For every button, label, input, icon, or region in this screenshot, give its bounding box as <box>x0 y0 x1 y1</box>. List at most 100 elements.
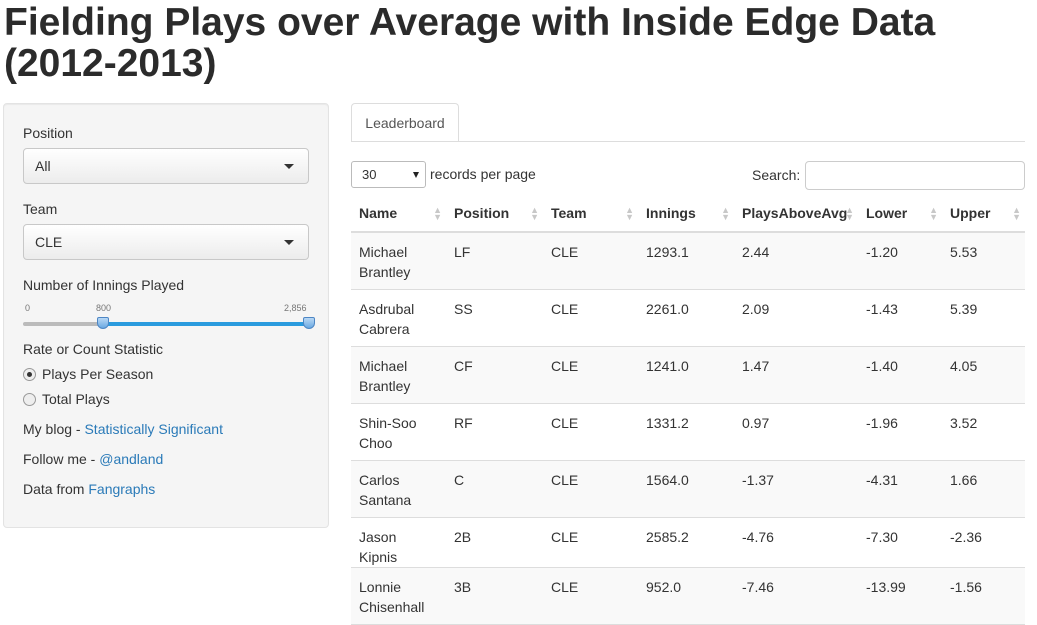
table-cell-lower: -13.99 <box>858 567 942 625</box>
records-per-page-select[interactable]: 30 <box>351 161 426 188</box>
records-per-page-label: records per page <box>430 166 536 182</box>
fangraphs-link[interactable]: Fangraphs <box>88 481 155 497</box>
table-cell-position: 3B <box>446 567 543 625</box>
table-cell-innings: 1331.2 <box>638 403 734 461</box>
slider-min-label: 0 <box>25 303 31 313</box>
table-cell-innings: 952.0 <box>638 567 734 625</box>
table-row[interactable]: Carlos Santana C CLE 1564.0 -1.37 -4.31 1.66 <box>351 460 1025 518</box>
search-label: Search: <box>752 167 801 183</box>
table-row[interactable]: Lonnie Chisenhall 3B CLE 952.0 -7.46 -13.99 -1… <box>351 567 1025 625</box>
table-cell-position: LF <box>446 232 543 290</box>
sort-icon: ▲ ▼ <box>845 205 854 222</box>
table-cell-lower: -4.31 <box>858 460 942 518</box>
table-cell-lower: -1.96 <box>858 403 942 461</box>
team-select[interactable]: CLE <box>23 224 309 260</box>
blog-link[interactable]: Statistically Significant <box>84 421 223 437</box>
slider-high-handle[interactable] <box>303 317 315 329</box>
table-row[interactable]: Michael Brantley LF CLE 1293.1 2.44 -1.20 5.53 <box>351 232 1025 290</box>
column-header-label: Name <box>359 205 398 221</box>
sidebar-panel: Position All Team CLE Number of Innings … <box>3 103 329 528</box>
table-cell-name: Lonnie Chisenhall <box>351 567 446 625</box>
sort-icon: ▲ ▼ <box>1012 205 1021 222</box>
radio-option-total-plays[interactable]: Total Plays <box>23 391 110 407</box>
caret-down-icon <box>413 172 419 178</box>
table-row[interactable]: Michael Brantley CF CLE 1241.0 1.47 -1.40 4.05 <box>351 346 1025 404</box>
table-cell-team: CLE <box>543 232 638 290</box>
table-cell-upper: 5.53 <box>942 232 1025 290</box>
table-row[interactable]: Asdrubal Cabrera SS CLE 2261.0 2.09 -1.43 5.39 <box>351 289 1025 347</box>
column-header-team[interactable]: Team ▲ ▼ <box>543 195 638 233</box>
radio-unselected-icon[interactable] <box>23 393 36 406</box>
table-row[interactable]: Shin-Soo Choo RF CLE 1331.2 0.97 -1.96 3.52 <box>351 403 1025 461</box>
radio-label: Plays Per Season <box>42 366 154 382</box>
column-header-label: Position <box>454 205 510 221</box>
column-header-label: Team <box>551 205 587 221</box>
column-header-label: PlaysAboveAvg <box>742 205 848 221</box>
table-cell-team: CLE <box>543 289 638 347</box>
team-label: Team <box>23 201 58 217</box>
table-cell-team: CLE <box>543 567 638 625</box>
table-cell-upper: -2.36 <box>942 517 1025 568</box>
radio-selected-icon[interactable] <box>23 368 36 381</box>
sort-icon: ▲ ▼ <box>929 205 938 222</box>
innings-label: Number of Innings Played <box>23 277 185 293</box>
records-per-page-value: 30 <box>362 167 377 182</box>
stat-label: Rate or Count Statistic <box>23 341 164 357</box>
slider-max-label: 2,856 <box>284 303 307 313</box>
radio-option-plays-per-season[interactable]: Plays Per Season <box>23 366 153 382</box>
column-header-label: Innings <box>646 205 696 221</box>
blog-line: My blog - Statistically Significant <box>23 421 223 437</box>
table-cell-name: Asdrubal Cabrera <box>351 289 446 347</box>
position-select-value: All <box>35 158 51 174</box>
table-cell-innings: 2261.0 <box>638 289 734 347</box>
column-header-upper[interactable]: Upper ▲ ▼ <box>942 195 1025 233</box>
table-cell-name: Jason Kipnis <box>351 517 446 568</box>
column-header-name[interactable]: Name ▲ ▼ <box>351 195 446 233</box>
table-cell-position: C <box>446 460 543 518</box>
caret-down-icon <box>284 164 294 169</box>
column-header-lower[interactable]: Lower ▲ ▼ <box>858 195 942 233</box>
table-cell-name: Shin-Soo Choo <box>351 403 446 461</box>
tab-leaderboard[interactable]: Leaderboard <box>351 103 459 142</box>
table-cell-position: 2B <box>446 517 543 568</box>
slider-low-label: 800 <box>96 303 112 313</box>
position-select[interactable]: All <box>23 148 309 184</box>
table-cell-playsaboveavg: 2.44 <box>734 232 858 290</box>
leaderboard-table: Name ▲ ▼ Position ▲ ▼ Team ▲ ▼ Innings ▲ ▼ PlaysAbov… <box>351 195 1025 625</box>
column-header-position[interactable]: Position ▲ ▼ <box>446 195 543 233</box>
table-cell-upper: 1.66 <box>942 460 1025 518</box>
table-cell-playsaboveavg: 2.09 <box>734 289 858 347</box>
table-cell-position: SS <box>446 289 543 347</box>
sort-icon: ▲ ▼ <box>625 205 634 222</box>
table-row[interactable]: Jason Kipnis 2B CLE 2585.2 -4.76 -7.30 -2.36 <box>351 517 1025 568</box>
data-source-line: Data from Fangraphs <box>23 481 155 497</box>
table-cell-name: Michael Brantley <box>351 346 446 404</box>
table-cell-name: Carlos Santana <box>351 460 446 518</box>
table-cell-innings: 1241.0 <box>638 346 734 404</box>
innings-slider-range <box>103 322 310 326</box>
tab-divider <box>351 141 1025 142</box>
table-cell-team: CLE <box>543 403 638 461</box>
table-cell-innings: 1564.0 <box>638 460 734 518</box>
table-cell-position: CF <box>446 346 543 404</box>
table-cell-lower: -7.30 <box>858 517 942 568</box>
table-cell-upper: -1.56 <box>942 567 1025 625</box>
slider-low-handle[interactable] <box>97 317 110 329</box>
blog-prefix: My blog - <box>23 421 85 437</box>
radio-label: Total Plays <box>42 391 110 407</box>
table-cell-lower: -1.43 <box>858 289 942 347</box>
position-label: Position <box>23 125 73 141</box>
sort-icon: ▲ ▼ <box>721 205 730 222</box>
table-cell-position: RF <box>446 403 543 461</box>
column-header-innings[interactable]: Innings ▲ ▼ <box>638 195 734 233</box>
twitter-link[interactable]: @andland <box>99 451 163 467</box>
table-cell-team: CLE <box>543 460 638 518</box>
column-header-label: Upper <box>950 205 991 221</box>
data-prefix: Data from <box>23 481 89 497</box>
search-input[interactable] <box>805 161 1025 190</box>
table-cell-upper: 3.52 <box>942 403 1025 461</box>
table-cell-team: CLE <box>543 517 638 568</box>
caret-down-icon <box>284 240 294 245</box>
column-header-playsaboveavg[interactable]: PlaysAboveAvg ▲ ▼ <box>734 195 858 233</box>
table-cell-playsaboveavg: -4.76 <box>734 517 858 568</box>
